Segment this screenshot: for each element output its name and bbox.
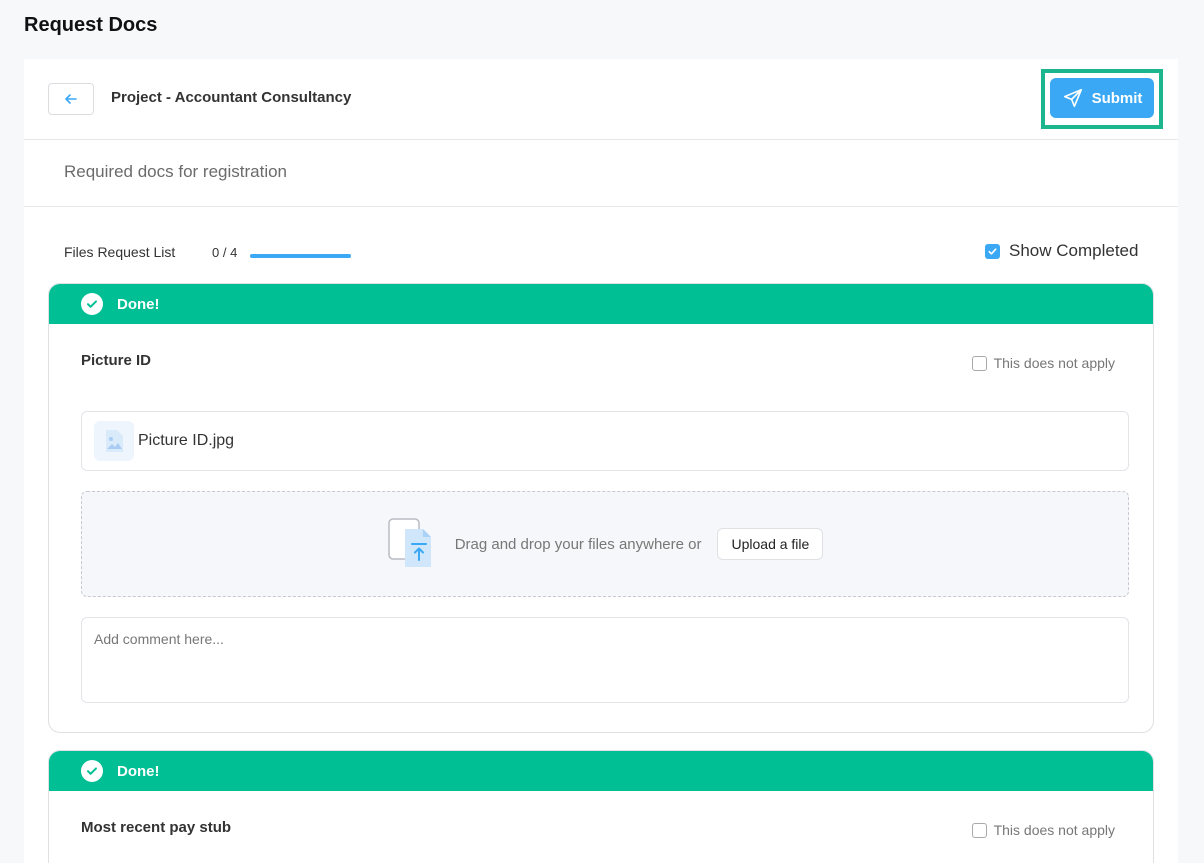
does-not-apply-toggle[interactable]: This does not apply: [971, 822, 1115, 838]
file-name: Picture ID.jpg: [138, 432, 235, 449]
back-button[interactable]: [48, 83, 94, 115]
project-title: Project - Accountant Consultancy: [111, 89, 352, 106]
does-not-apply-label: This does not apply: [993, 822, 1115, 838]
does-not-apply-toggle[interactable]: This does not apply: [971, 355, 1115, 371]
card-status-label: Done!: [117, 295, 160, 313]
check-icon: [988, 247, 997, 255]
arrow-left-icon: [65, 94, 77, 104]
card-status-header: Done!: [49, 284, 1153, 324]
card-status-header: Done!: [49, 751, 1153, 791]
dropzone-text: Drag and drop your files anywhere or: [454, 535, 702, 553]
request-panel: Project - Accountant Consultancy Submit …: [24, 59, 1178, 863]
does-not-apply-checkbox[interactable]: [971, 822, 987, 838]
doc-title: Most recent pay stub: [81, 819, 232, 836]
check-circle-icon: [81, 760, 103, 782]
files-request-list-label: Files Request List: [64, 244, 176, 260]
does-not-apply-checkbox[interactable]: [971, 355, 987, 371]
comment-field[interactable]: [81, 617, 1129, 703]
submit-button[interactable]: Submit: [1050, 78, 1154, 118]
card-status-label: Done!: [117, 762, 160, 780]
file-upload-icon: [387, 518, 431, 567]
files-progress-bar: [250, 254, 351, 258]
files-count: 0 / 4: [212, 245, 238, 260]
doc-title: Picture ID: [81, 352, 152, 369]
image-file-icon: [94, 421, 134, 461]
doc-request-card: Done! Picture ID This does not apply Pic…: [48, 283, 1154, 733]
uploaded-file-item[interactable]: Picture ID.jpg: [81, 411, 1129, 471]
does-not-apply-label: This does not apply: [993, 355, 1115, 371]
files-progress-fill: [250, 254, 351, 258]
file-dropzone[interactable]: Drag and drop your files anywhere or Upl…: [81, 491, 1129, 597]
show-completed-toggle[interactable]: Show Completed: [985, 241, 1138, 261]
doc-request-card: Done! Most recent pay stub This does not…: [48, 750, 1154, 863]
panel-header: Project - Accountant Consultancy Submit: [24, 59, 1178, 140]
send-icon: [1063, 88, 1082, 108]
check-circle-icon: [81, 293, 103, 315]
submit-label: Submit: [1091, 89, 1143, 107]
subheader: Required docs for registration: [24, 140, 1178, 207]
subheader-text: Required docs for registration: [64, 162, 288, 181]
show-completed-checkbox[interactable]: [985, 243, 1000, 259]
upload-file-button[interactable]: Upload a file: [717, 528, 824, 560]
page-title: Request Docs: [24, 14, 158, 36]
show-completed-label: Show Completed: [1009, 241, 1139, 260]
